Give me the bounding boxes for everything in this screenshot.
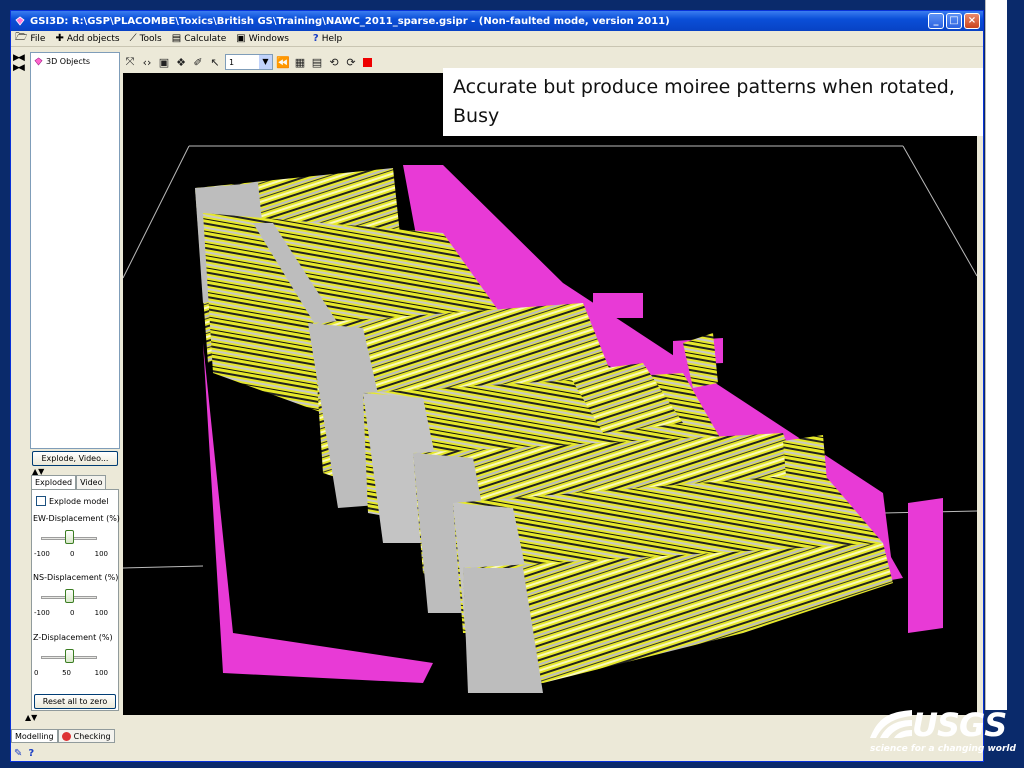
tab-checking[interactable]: Checking <box>57 729 115 743</box>
tools-icon: ⟋ <box>129 33 137 44</box>
explode-video-button[interactable]: Explode, Video... <box>32 451 118 466</box>
slider-thumb[interactable] <box>64 589 74 603</box>
paint-icon[interactable]: ✐ <box>191 56 205 69</box>
cross-sections <box>195 168 893 693</box>
tick-mid: 0 <box>70 609 75 617</box>
ns-displacement-slider[interactable] <box>39 587 99 607</box>
export-icon[interactable]: ▤ <box>310 56 324 69</box>
gem-icon <box>34 57 43 66</box>
slider-thumb[interactable] <box>64 649 74 663</box>
tick-max: 100 <box>94 609 108 617</box>
slide-caption: Accurate but produce moiree patterns whe… <box>443 68 983 136</box>
window-title: GSI3D: R:\GSP\PLACOMBE\Toxics\British GS… <box>30 15 670 27</box>
windows-icon: ▣ <box>236 33 246 44</box>
tab-modelling-label: Modelling <box>15 731 54 741</box>
pointer-icon[interactable]: ↖ <box>208 56 222 69</box>
level-select[interactable]: 1 ▼ <box>225 54 273 70</box>
z-displacement-label: Z-Displacement (%) <box>33 633 113 642</box>
caption-line-1: Accurate but produce moiree patterns whe… <box>453 76 955 98</box>
tick-mid: 0 <box>70 550 75 558</box>
reset-all-button[interactable]: Reset all to zero <box>34 694 116 709</box>
z-displacement-slider[interactable] <box>39 647 99 667</box>
tick-max: 100 <box>94 669 108 677</box>
menu-windows-label: Windows <box>248 33 289 44</box>
tab-video[interactable]: Video <box>76 475 107 490</box>
ns-displacement-label: NS-Displacement (%) <box>33 573 119 582</box>
checkbox-box[interactable] <box>36 496 46 506</box>
menu-help[interactable]: ? Help <box>309 31 348 47</box>
save-image-icon[interactable]: ▣ <box>157 56 171 69</box>
tab-modelling[interactable]: Modelling <box>11 729 58 743</box>
tree-item-label: 3D Objects <box>46 57 91 66</box>
3d-viewport[interactable] <box>122 73 978 715</box>
minimize-button[interactable]: _ <box>928 13 944 29</box>
object-tree: 3D Objects <box>30 52 120 449</box>
menu-windows[interactable]: ▣ Windows <box>232 31 295 47</box>
ew-displacement-slider[interactable] <box>39 528 99 548</box>
panel-tabs: Exploded Video <box>31 475 107 491</box>
tick-max: 100 <box>94 550 108 558</box>
rewind-icon[interactable]: ⏪ <box>276 56 290 69</box>
rotate-icon[interactable]: ‹› <box>140 56 154 69</box>
menu-file-label: File <box>30 33 46 44</box>
color-palette-icon[interactable]: ▦ <box>293 56 307 69</box>
dock-arrows-icon[interactable]: ▶◀ ▶◀ <box>13 53 25 73</box>
explode-model-checkbox[interactable]: Explode model <box>36 496 108 506</box>
chevron-down-icon[interactable]: ▼ <box>259 55 272 69</box>
tick-min: 0 <box>34 669 39 677</box>
tick-min: -100 <box>34 609 50 617</box>
tick-mid: 50 <box>62 669 71 677</box>
explode-model-label: Explode model <box>49 496 109 506</box>
menu-add-objects-label: Add objects <box>66 33 120 44</box>
calculator-icon: ▤ <box>171 33 182 44</box>
tree-item-3d-objects[interactable]: 3D Objects <box>31 53 119 66</box>
collapse-arrows-icon[interactable]: ▲▼ <box>25 713 37 722</box>
usgs-wordmark: USGS <box>912 706 1007 744</box>
ew-displacement-ticks: -100 0 100 <box>34 550 108 558</box>
status-bar: ✎ ? <box>11 745 983 761</box>
rotate-left-icon[interactable]: ⟲ <box>327 56 341 69</box>
mode-tabs: Modelling Checking <box>11 729 115 743</box>
usgs-logo: USGS science for a changing world <box>868 706 1018 762</box>
ew-displacement-label: EW-Displacement (%) <box>33 514 120 523</box>
help-icon[interactable]: ? <box>28 748 34 759</box>
side-dock-strip: ▶◀ ▶◀ <box>11 51 29 721</box>
background-window-edge <box>985 0 1007 710</box>
gsi3d-logo-icon <box>15 16 25 26</box>
slider-thumb[interactable] <box>64 530 74 544</box>
stop-icon[interactable] <box>363 57 372 67</box>
geological-model-render <box>122 145 978 693</box>
menu-add-objects[interactable]: ✚ Add objects <box>51 31 125 47</box>
menu-tools[interactable]: ⟋ Tools <box>126 31 168 47</box>
tab-checking-label: Checking <box>73 731 111 741</box>
caption-line-2: Busy <box>453 105 500 127</box>
close-button[interactable]: × <box>964 13 980 29</box>
title-bar[interactable]: GSI3D: R:\GSP\PLACOMBE\Toxics\British GS… <box>11 11 983 31</box>
menu-help-label: Help <box>321 33 343 44</box>
exploded-panel: Explode model EW-Displacement (%) -100 0… <box>31 489 120 711</box>
level-select-value: 1 <box>229 57 235 67</box>
menu-calculate-label: Calculate <box>184 33 227 44</box>
rotate-right-icon[interactable]: ⟳ <box>344 56 358 69</box>
checking-icon <box>61 731 71 741</box>
layers-icon[interactable]: ❖ <box>174 56 188 69</box>
edit-icon[interactable]: ✎ <box>14 748 22 759</box>
plus-icon: ✚ <box>55 33 64 44</box>
tick-min: -100 <box>34 550 50 558</box>
help-icon: ? <box>312 33 319 44</box>
menu-bar: 🗁 File ✚ Add objects ⟋ Tools ▤ Calculate ▣ Wi… <box>11 31 983 47</box>
z-displacement-ticks: 0 50 100 <box>34 669 108 677</box>
menu-file[interactable]: 🗁 File <box>11 31 51 47</box>
menu-calculate[interactable]: ▤ Calculate <box>168 31 233 47</box>
ns-displacement-ticks: -100 0 100 <box>34 609 108 617</box>
usgs-tagline: science for a changing world <box>870 744 1016 754</box>
fit-view-icon[interactable]: ⤧ <box>123 55 137 69</box>
menu-tools-label: Tools <box>139 33 162 44</box>
maximize-button[interactable]: □ <box>946 13 962 29</box>
folder-icon: 🗁 <box>15 32 28 43</box>
usgs-wave-icon <box>870 710 912 738</box>
